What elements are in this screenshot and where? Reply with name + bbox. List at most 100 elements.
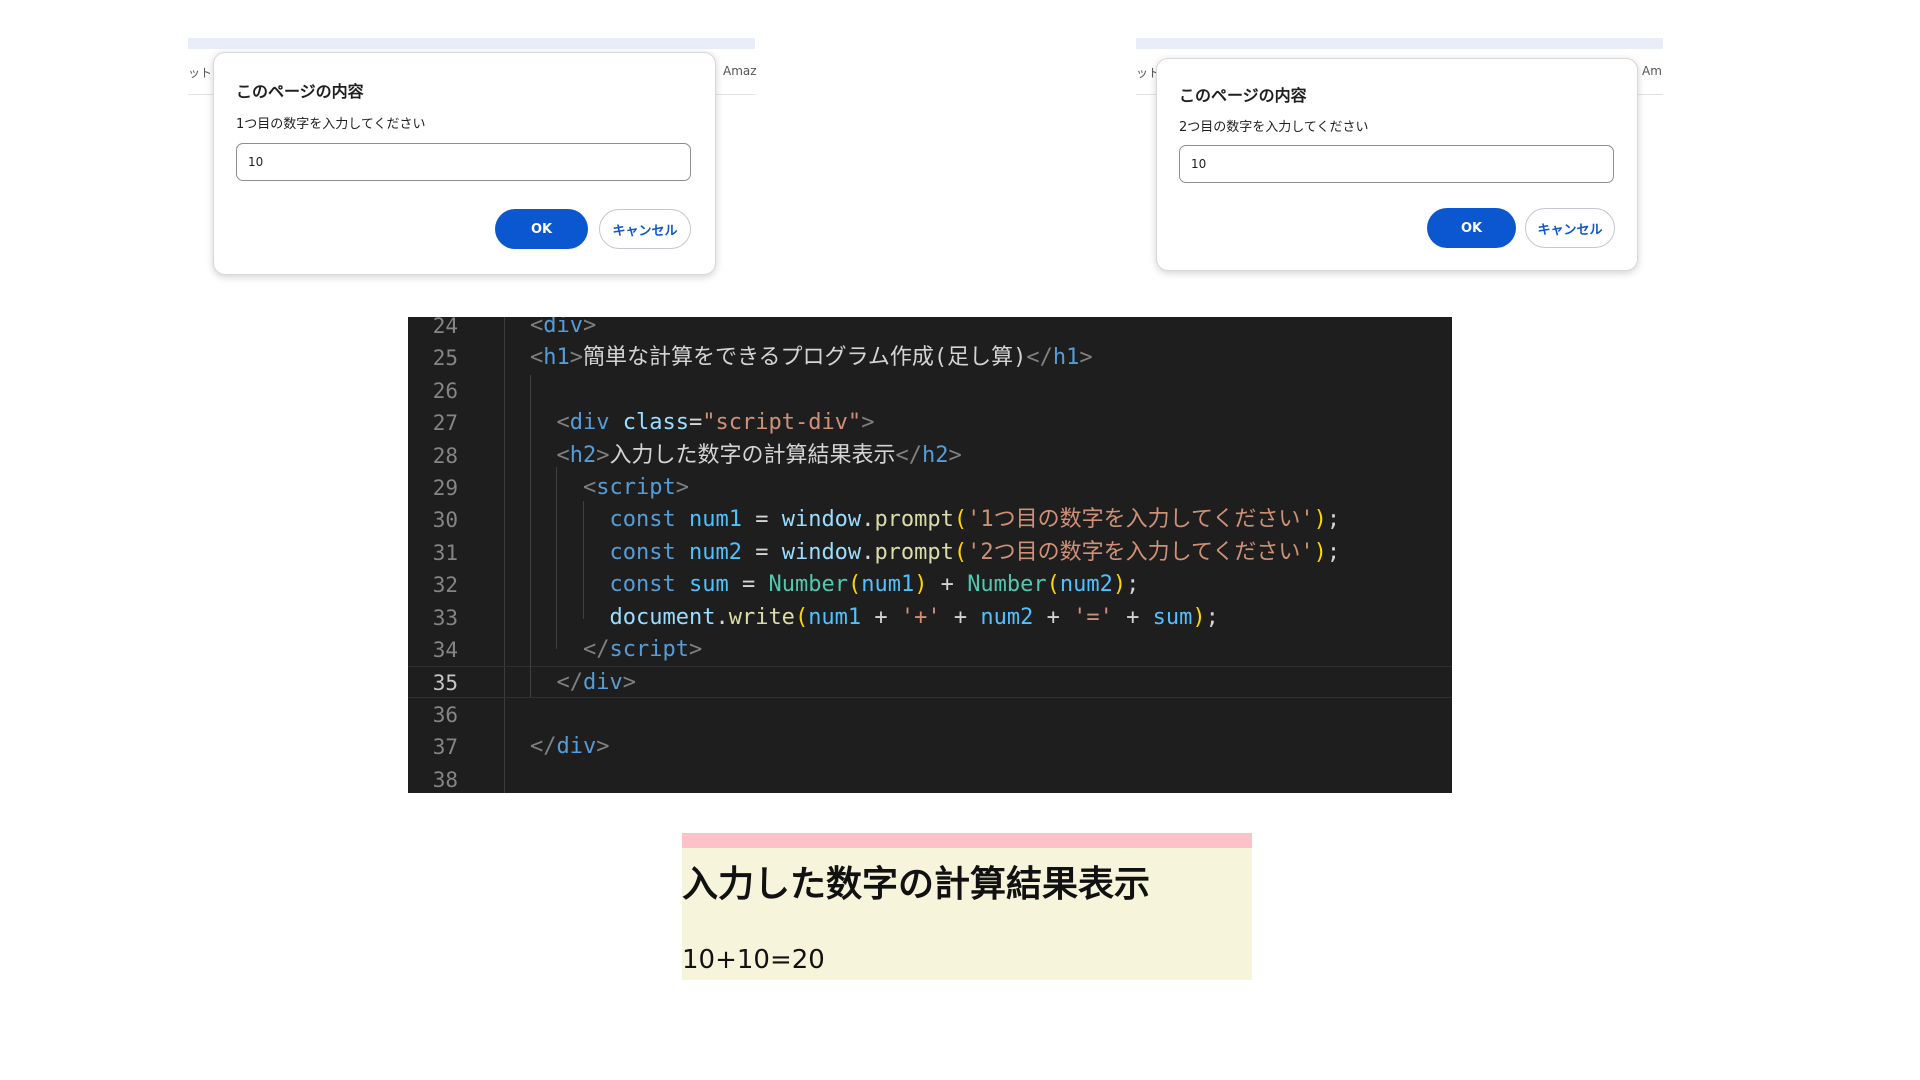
prompt-input[interactable]: [1179, 145, 1614, 183]
code-line[interactable]: 25 <h1>簡単な計算をできるプログラム作成(足し算)</h1>: [408, 342, 1452, 374]
code-token: (: [847, 572, 862, 598]
line-number: 33: [432, 605, 458, 630]
result-panel: 入力した数字の計算結果表示 10+10=20: [682, 833, 1252, 980]
code-token: num2: [1059, 572, 1113, 598]
code-token: >: [861, 410, 875, 436]
code-token: <: [556, 410, 570, 436]
code-token: +: [861, 604, 901, 630]
code-token: h2: [569, 442, 597, 468]
code-token: '2つ目の数字を入力してください': [967, 539, 1314, 565]
code-token: </: [556, 670, 584, 696]
line-number: 28: [432, 443, 458, 468]
code-token: class: [622, 410, 689, 436]
code-token: '1つ目の数字を入力してください': [967, 507, 1314, 533]
code-token: +: [927, 572, 968, 598]
code-token: write: [728, 604, 795, 630]
code-token: >: [622, 670, 636, 696]
code-token: ): [914, 572, 928, 598]
code-line[interactable]: 27 <div class="script-div">: [408, 407, 1452, 439]
code-token: (: [1046, 572, 1060, 598]
code-token: 簡単な計算をできるプログラム作成(足し算): [583, 345, 1027, 371]
dialog-message: 1つ目の数字を入力してください: [236, 117, 426, 132]
code-line[interactable]: 36: [408, 699, 1452, 731]
ok-button[interactable]: OK: [495, 209, 588, 249]
code-token: .: [861, 539, 875, 565]
code-token: >: [688, 637, 703, 662]
code-token: num1: [808, 604, 862, 630]
line-number: 36: [432, 702, 458, 727]
line-number: 35: [432, 671, 458, 696]
code-token: ): [1112, 572, 1127, 598]
code-line[interactable]: 29 <script>: [408, 472, 1452, 504]
code-token: ): [1192, 604, 1206, 630]
code-line[interactable]: 34 </script>: [408, 634, 1452, 666]
cancel-button[interactable]: キャンセル: [1525, 208, 1615, 248]
code-token: >: [596, 442, 610, 468]
code-token: sum: [1152, 604, 1193, 630]
result-output: 10+10=20: [682, 945, 825, 975]
code-token: <: [556, 442, 570, 468]
code-line[interactable]: 31 const num2 = window.prompt('2つ目の数字を入力…: [408, 537, 1452, 569]
line-number: 37: [432, 735, 458, 760]
code-token: </: [895, 442, 923, 468]
code-line[interactable]: 35 </div>: [408, 666, 1452, 699]
code-token: =: [688, 410, 703, 436]
code-token: Number: [768, 572, 848, 598]
code-line[interactable]: 30 const num1 = window.prompt('1つ目の数字を入力…: [408, 504, 1452, 536]
code-text: </div>: [530, 731, 610, 763]
code-token: div: [543, 317, 583, 338]
code-text: </div>: [530, 667, 637, 699]
code-line[interactable]: 33 document.write(num1 + '+' + num2 + '=…: [408, 602, 1452, 634]
code-line[interactable]: 38: [408, 764, 1452, 793]
code-token: >: [948, 442, 962, 468]
dialog-message: 2つ目の数字を入力してください: [1179, 120, 1369, 135]
code-editor[interactable]: 24 <div> 25 <h1>簡単な計算をできるプログラム作成(足し算)</h1> 2…: [408, 317, 1452, 793]
line-number: 34: [432, 638, 458, 662]
bookmark-label-right[interactable]: Am: [1642, 64, 1662, 78]
cancel-button[interactable]: キャンセル: [599, 209, 691, 249]
code-token: prompt: [874, 507, 954, 533]
code-token: div: [556, 734, 597, 760]
dialog-title: このページの内容: [1179, 86, 1307, 105]
code-line[interactable]: 26: [408, 375, 1452, 407]
code-token: <: [530, 345, 544, 371]
code-line[interactable]: 24 <div>: [408, 317, 1452, 342]
ok-button[interactable]: OK: [1427, 208, 1516, 248]
code-token: .: [861, 507, 875, 533]
code-token: num1: [861, 572, 915, 598]
code-token: <: [582, 475, 597, 500]
code-token: ): [1313, 539, 1327, 565]
code-line[interactable]: 28 <h2>入力した数字の計算結果表示</h2>: [408, 440, 1452, 472]
code-token: (: [794, 604, 809, 630]
line-number: 27: [432, 411, 458, 436]
code-token: =: [741, 539, 782, 565]
code-line[interactable]: 37 </div>: [408, 731, 1452, 763]
bookmark-label-left[interactable]: ット: [188, 64, 212, 81]
code-token: window: [781, 539, 862, 565]
indent-guide: [583, 501, 584, 619]
line-number: 32: [432, 573, 458, 598]
code-token: >: [1079, 345, 1093, 371]
code-line[interactable]: 32 const sum = Number(num1) + Number(num…: [408, 569, 1452, 601]
line-number: 29: [432, 476, 458, 500]
line-number: 24: [432, 317, 458, 338]
prompt-input[interactable]: [236, 143, 691, 181]
code-token: num1: [688, 507, 742, 533]
code-token: 入力した数字の計算結果表示: [609, 442, 896, 468]
prompt-dialog-2: このページの内容 2つ目の数字を入力してください OK キャンセル: [1156, 58, 1638, 271]
code-token: document: [609, 604, 716, 630]
code-token: h1: [1052, 345, 1080, 371]
line-number: 31: [432, 540, 458, 565]
bookmark-label-right[interactable]: Amaz: [723, 64, 757, 78]
code-token: div: [569, 410, 610, 436]
code-token: >: [675, 475, 689, 500]
code-token: (: [953, 539, 968, 565]
code-token: >: [569, 345, 583, 371]
